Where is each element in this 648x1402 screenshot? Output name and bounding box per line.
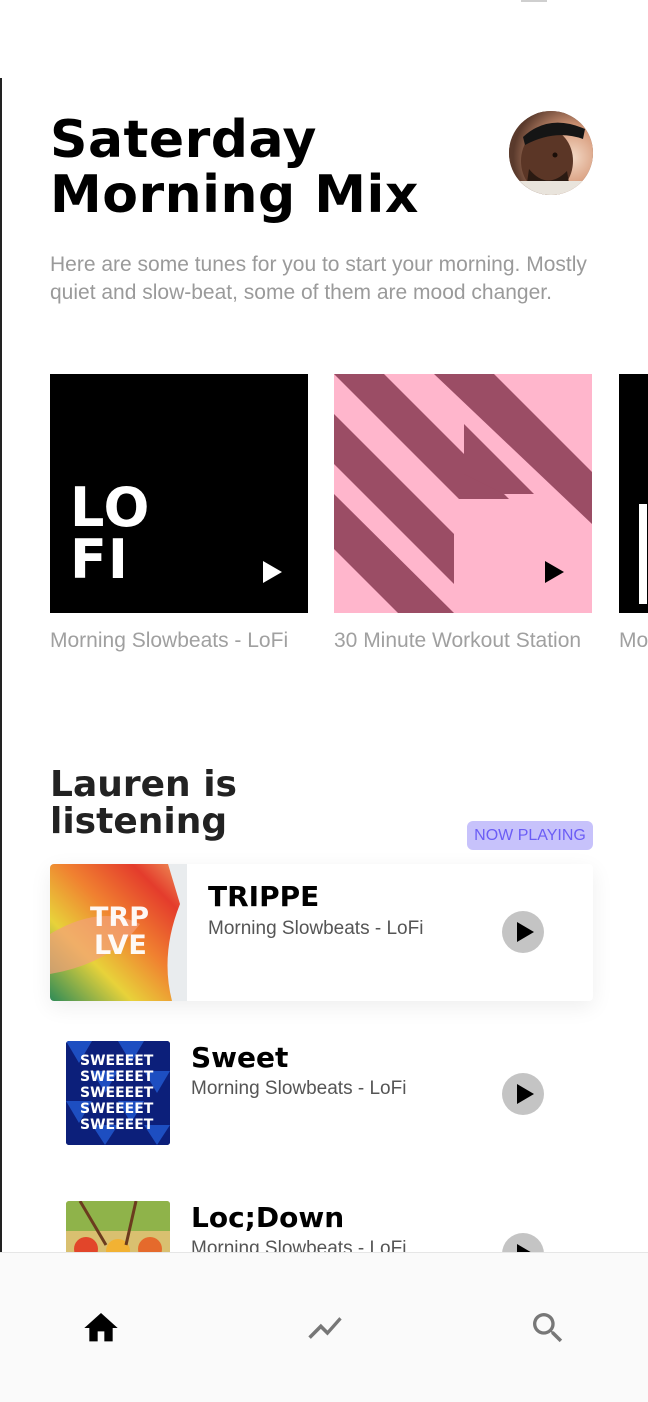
svg-text:SWEEEET: SWEEEET <box>80 1053 154 1069</box>
playlist-card-workout[interactable]: 30 Minute Workout Station <box>334 374 592 655</box>
play-icon <box>517 1084 534 1104</box>
playlist-card-lofi[interactable]: LO FI Morning Slowbeats - LoFi <box>50 374 308 655</box>
cover-text-fragment <box>639 504 647 604</box>
top-notch <box>521 0 547 2</box>
svg-text:SWEEEET: SWEEEET <box>80 1069 154 1085</box>
playlist-caption: Morning Slowbeats - LoFi <box>619 629 648 652</box>
svg-text:TRP: TRP <box>90 902 149 933</box>
nav-trending[interactable] <box>305 1308 345 1348</box>
play-icon <box>517 922 534 942</box>
track-title: TRIPPE <box>208 880 320 913</box>
svg-text:SWEEEET: SWEEEET <box>80 1117 154 1133</box>
track-title: Sweet <box>191 1041 289 1074</box>
cover-text: LO FI <box>70 476 151 591</box>
svg-text:SWEEEET: SWEEEET <box>80 1085 154 1101</box>
track-row-trippe[interactable]: TRP LVE TRIPPE Morning Slowbeats - LoFi <box>50 864 593 1001</box>
track-subtitle: Morning Slowbeats - LoFi <box>191 1078 407 1099</box>
track-art: SWEEEET SWEEEET SWEEEET SWEEEET SWEEEET <box>66 1041 170 1145</box>
svg-text:SWEEEET: SWEEEET <box>80 1101 154 1117</box>
nav-home[interactable] <box>81 1308 121 1348</box>
search-icon <box>533 1313 563 1343</box>
playlist-carousel[interactable]: LO FI Morning Slowbeats - LoFi 30 Minute… <box>50 374 648 694</box>
nav-search[interactable] <box>528 1308 568 1348</box>
playlist-card-third[interactable]: Morning Slowbeats - LoFi <box>619 374 648 655</box>
track-row-sweet[interactable]: SWEEEET SWEEEET SWEEEET SWEEEET SWEEEET … <box>66 1041 593 1145</box>
track-art: TRP LVE <box>50 864 187 1001</box>
track-subtitle: Morning Slowbeats - LoFi <box>208 918 424 939</box>
trending-icon <box>308 1317 342 1339</box>
playlist-cover-third[interactable] <box>619 374 648 613</box>
play-button[interactable] <box>502 1073 544 1115</box>
playlist-cover-workout[interactable] <box>334 374 592 613</box>
play-button[interactable] <box>502 911 544 953</box>
page-title: Saterday Morning Mix <box>50 110 419 225</box>
avatar[interactable] <box>509 111 593 195</box>
playlist-caption: Morning Slowbeats - LoFi <box>50 629 289 652</box>
play-icon[interactable] <box>263 561 282 583</box>
play-icon[interactable] <box>545 561 564 583</box>
page-subtitle: Here are some tunes for you to start you… <box>50 253 587 304</box>
now-playing-badge: NOW PLAYING <box>467 821 593 850</box>
track-title: Loc;Down <box>191 1201 345 1234</box>
playlist-caption: 30 Minute Workout Station <box>334 629 582 652</box>
section-title: Lauren is listening <box>50 764 237 842</box>
svg-text:LVE: LVE <box>94 930 147 961</box>
bottom-nav <box>0 1252 648 1402</box>
home-icon <box>84 1313 118 1342</box>
playlist-cover-lofi[interactable]: LO FI <box>50 374 308 613</box>
screen-edge <box>0 78 2 1320</box>
avatar-image <box>509 111 593 195</box>
